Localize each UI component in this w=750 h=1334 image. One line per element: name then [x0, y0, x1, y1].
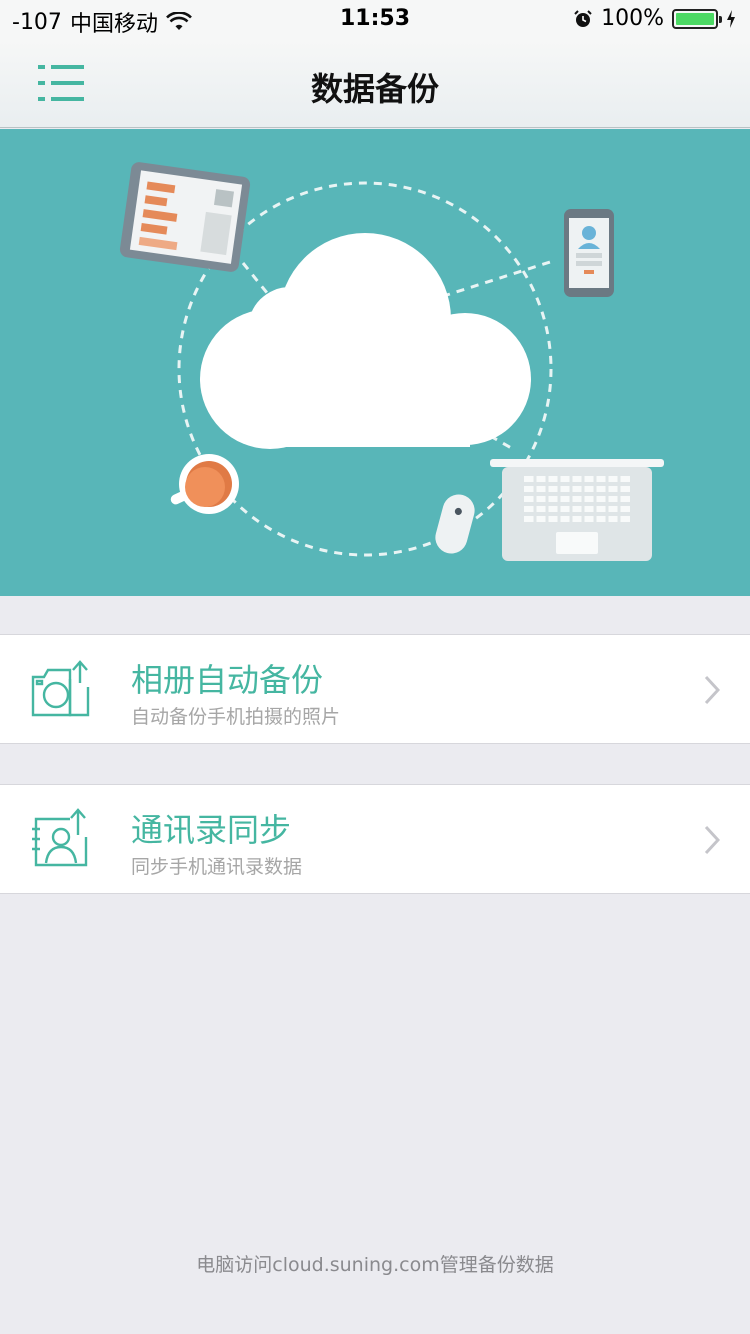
photo-backup-title: 相册自动备份	[131, 661, 324, 699]
mouse-icon	[435, 494, 475, 554]
cloud-backup-illustration	[119, 162, 664, 561]
photo-backup-item[interactable]: 相册自动备份 自动备份手机拍摄的照片	[0, 634, 750, 744]
contacts-upload-icon	[32, 808, 88, 867]
page-title: 数据备份	[310, 70, 439, 108]
battery-fill	[676, 12, 714, 25]
photo-backup-subtitle: 自动备份手机拍摄的照片	[131, 706, 341, 728]
chevron-right-icon	[704, 825, 720, 855]
footer-note: 电脑访问cloud.suning.com管理备份数据	[196, 1254, 554, 1276]
contacts-sync-item[interactable]: 通讯录同步 同步手机通讯录数据	[0, 784, 750, 894]
hero-banner	[0, 129, 750, 596]
contacts-sync-title: 通讯录同步	[131, 811, 292, 849]
tablet-icon	[119, 162, 251, 272]
battery-percent: 100%	[601, 6, 664, 31]
cloud-icon	[200, 233, 531, 449]
nav-bar: 数据备份	[0, 40, 750, 128]
contacts-sync-subtitle: 同步手机通讯录数据	[131, 856, 303, 878]
coffee-cup-icon	[170, 454, 239, 514]
phone-icon	[564, 209, 614, 297]
camera-upload-icon	[31, 660, 90, 717]
chevron-right-icon	[704, 675, 720, 705]
battery-icon	[672, 8, 722, 29]
charging-icon	[727, 9, 735, 28]
status-right: 100%	[573, 6, 736, 31]
status-bar: -107 中国移动 11:53 100%	[0, 0, 750, 40]
alarm-icon	[574, 9, 592, 27]
laptop-icon	[490, 459, 664, 561]
